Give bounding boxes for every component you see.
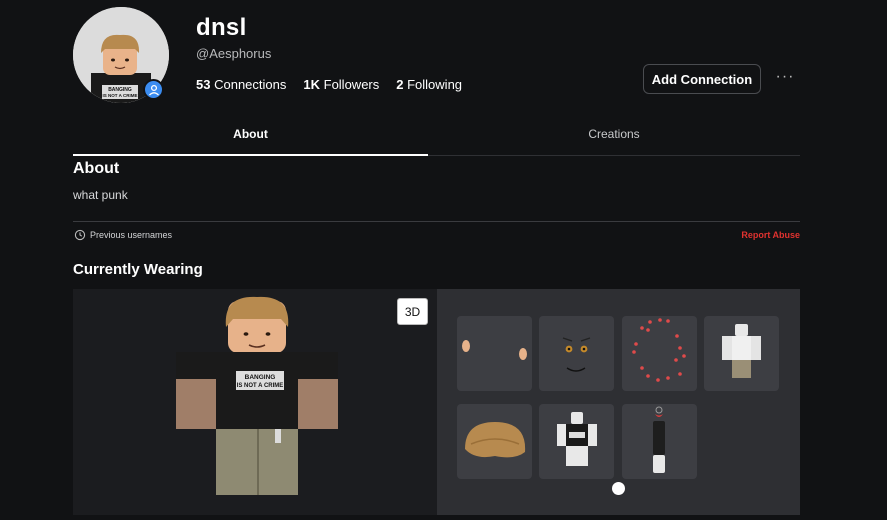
connections-label: Connections [214,77,287,92]
following-count: 2 [396,77,404,92]
followers-label: Followers [323,77,380,92]
wearing-item-hearts-accessory[interactable] [622,316,697,391]
username: @Aesphorus [196,46,272,61]
wearing-item-shirt[interactable] [539,404,614,479]
white-outfit-item-icon [722,324,761,378]
followers-stat[interactable]: 1K Followers [303,77,379,92]
ears-item-icon [462,340,527,360]
tab-creations[interactable]: Creations [428,127,800,141]
display-name: dnsl [196,14,247,41]
previous-usernames-label: Previous usernames [90,230,173,240]
currently-wearing-heading: Currently Wearing [73,261,203,278]
about-divider [73,221,800,222]
shirt-item-icon [557,412,597,466]
active-tab-indicator [73,154,428,156]
history-icon [74,229,86,241]
bowl-hair-item-icon [465,422,526,458]
following-label: Following [407,77,463,92]
followers-count: 1K [303,77,320,92]
tab-about[interactable]: About [73,127,428,141]
connections-stat[interactable]: 53 Connections [196,77,286,92]
add-connection-button[interactable]: Add Connection [643,64,761,94]
previous-usernames-button[interactable]: Previous usernames [74,229,172,241]
about-heading: About [73,160,120,177]
wearing-item-white-outfit[interactable] [704,316,779,391]
hearts-accessory-item-icon [632,318,686,382]
viewer-shirt-text-1: BANGING [245,374,276,381]
avatar-full-body-icon: BANGING IS NOT A CRIME [176,296,338,495]
carousel-dot[interactable] [612,482,625,495]
toggle-3d-button[interactable]: 3D [397,298,428,325]
avatar-shirt-text-2: IS NOT A CRIME [103,93,138,98]
profile-stats: 53 Connections 1K Followers 2 Following [196,77,462,92]
report-abuse-link[interactable]: Report Abuse [741,230,800,240]
wearing-item-face[interactable] [539,316,614,391]
wearing-item-ears[interactable] [457,316,532,391]
avatar-3d-viewer[interactable]: BANGING IS NOT A CRIME [73,289,437,515]
about-description: what punk [73,188,128,202]
pendant-item-icon [653,406,665,473]
following-stat[interactable]: 2 Following [396,77,462,92]
more-options-icon[interactable]: ··· [774,68,796,88]
verified-badge-icon [143,79,164,100]
connections-count: 53 [196,77,211,92]
wearing-item-pendant[interactable] [622,404,697,479]
face-item-icon [562,337,591,372]
wearing-item-bowl-hair[interactable] [457,404,532,479]
viewer-shirt-text-2: IS NOT A CRIME [237,383,284,389]
